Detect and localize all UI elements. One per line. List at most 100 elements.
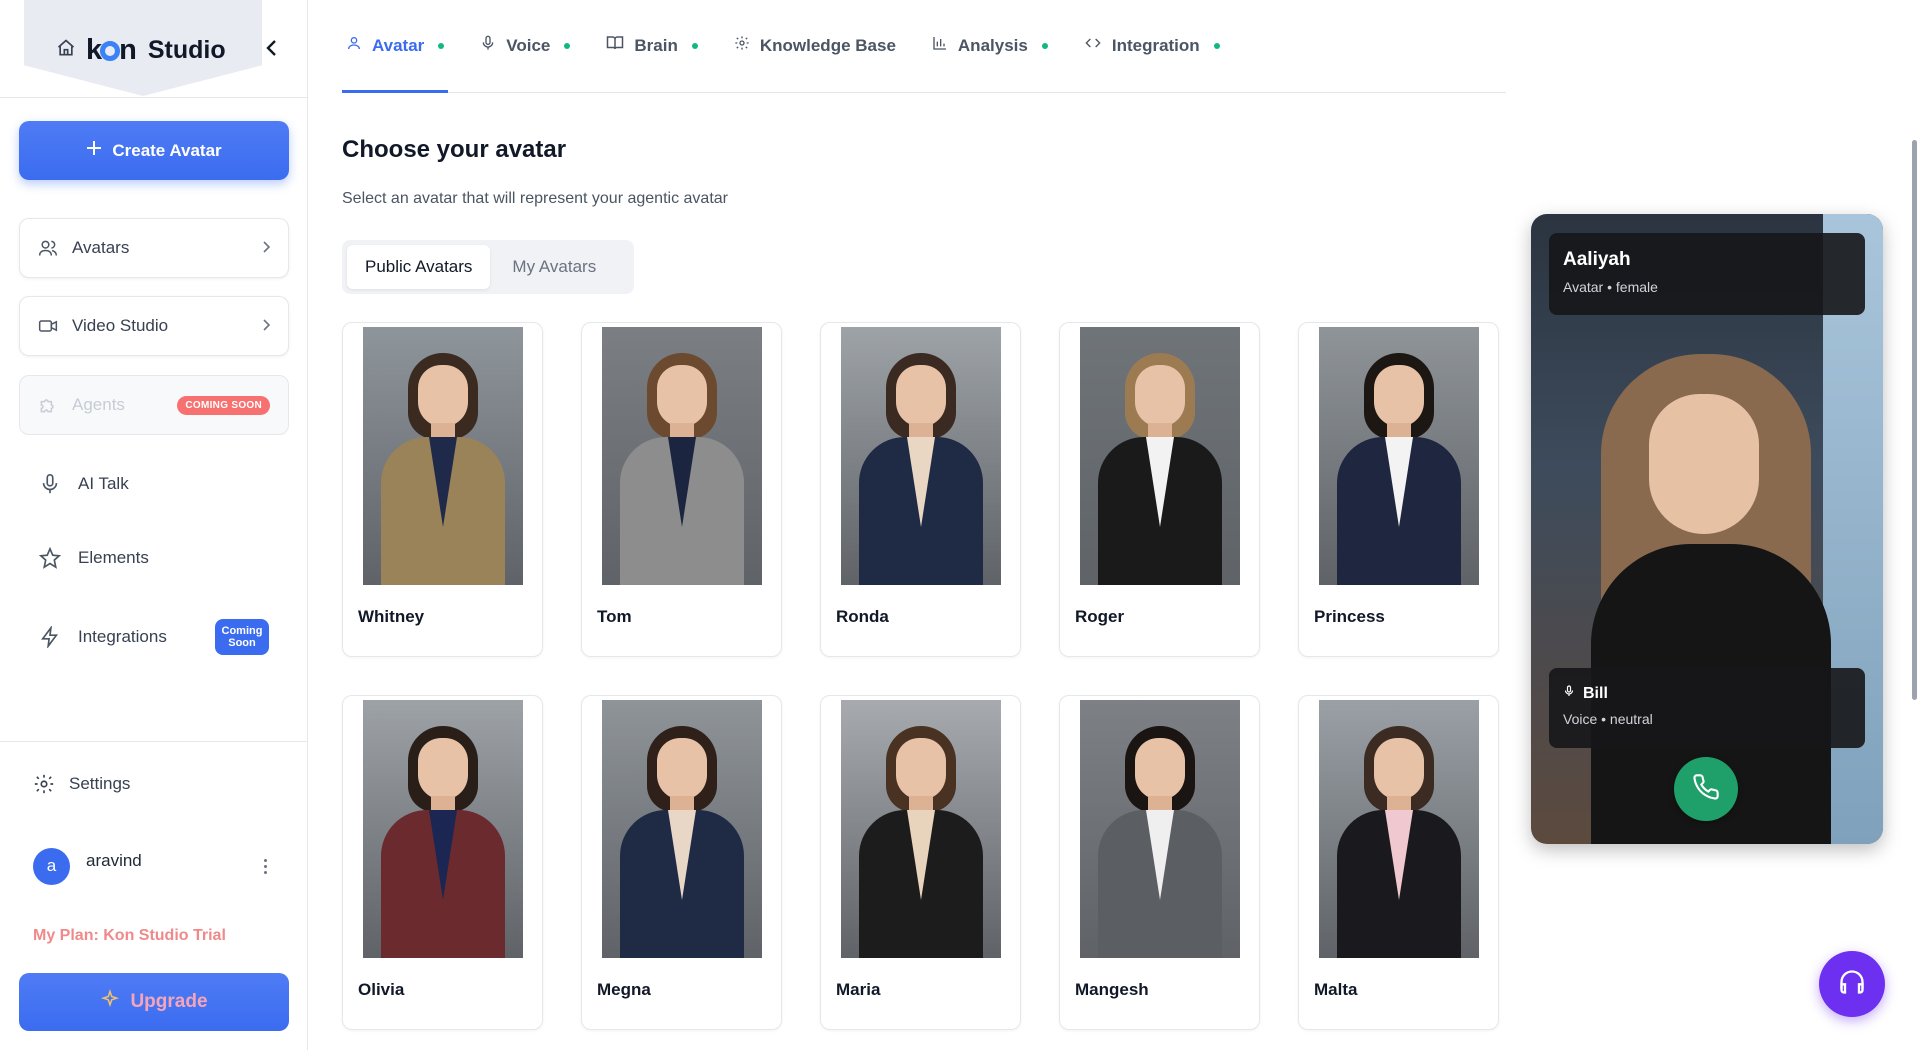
avatar-photo bbox=[1080, 327, 1240, 585]
my-avatars-tab[interactable]: My Avatars bbox=[494, 245, 614, 289]
avatar-photo bbox=[363, 700, 523, 958]
zap-icon bbox=[38, 625, 62, 649]
badge-line: Coming bbox=[221, 625, 263, 637]
avatar-card[interactable]: Maria bbox=[820, 695, 1021, 1030]
star-icon bbox=[38, 546, 62, 570]
sparkle-icon bbox=[100, 989, 120, 1015]
divider bbox=[0, 741, 308, 742]
avatar-grid: Whitney Tom Ronda Roger Princess Olivia … bbox=[342, 322, 1506, 1030]
brand-header: kn Studio bbox=[24, 0, 276, 96]
preview-voice-meta: Voice • neutral bbox=[1563, 711, 1653, 727]
tab-analysis[interactable]: Analysis bbox=[928, 0, 1052, 92]
avatar-name: Olivia bbox=[358, 980, 405, 999]
avatar-card[interactable]: Olivia bbox=[342, 695, 543, 1030]
preview-avatar-info: Aaliyah Avatar • female bbox=[1549, 233, 1865, 315]
code-icon bbox=[1084, 35, 1102, 56]
avatar-name: Ronda bbox=[836, 607, 889, 626]
chevron-right-icon bbox=[262, 316, 271, 336]
sidebar-item-integrations[interactable]: Integrations bbox=[38, 621, 167, 653]
avatar: a bbox=[33, 847, 70, 885]
sidebar-item-elements[interactable]: Elements bbox=[38, 542, 149, 574]
status-dot bbox=[438, 42, 445, 49]
tab-voice[interactable]: Voice bbox=[476, 0, 574, 92]
brand[interactable]: kn Studio bbox=[56, 34, 226, 67]
upgrade-button[interactable]: Upgrade bbox=[19, 973, 289, 1031]
plan-label: My Plan: Kon Studio Trial bbox=[33, 927, 226, 944]
create-avatar-button[interactable]: Create Avatar bbox=[19, 121, 289, 180]
create-avatar-label: Create Avatar bbox=[112, 140, 222, 160]
avatar-card[interactable]: Whitney bbox=[342, 322, 543, 657]
coming-soon-badge: COMING SOON bbox=[177, 395, 270, 415]
avatar-photo bbox=[841, 327, 1001, 585]
collapse-sidebar-button[interactable] bbox=[262, 38, 282, 62]
avatar-photo bbox=[602, 700, 762, 958]
avatar-card[interactable]: Roger bbox=[1059, 322, 1260, 657]
sidebar-item-label: Video Studio bbox=[72, 316, 169, 335]
avatar-photo bbox=[602, 327, 762, 585]
avatar-source-toggle: Public Avatars My Avatars bbox=[342, 240, 634, 294]
settings-link[interactable]: Settings bbox=[33, 773, 130, 795]
tab-label: Knowledge Base bbox=[759, 35, 896, 55]
users-icon bbox=[38, 238, 58, 258]
mic-icon bbox=[38, 472, 62, 496]
avatar-card[interactable]: Mangesh bbox=[1059, 695, 1260, 1030]
preview-avatar-name: Aaliyah bbox=[1563, 249, 1631, 270]
user-menu[interactable]: a aravind bbox=[33, 846, 273, 886]
plus-icon bbox=[86, 140, 102, 161]
tab-label: Brain bbox=[634, 35, 678, 55]
tab-bar: Avatar Voice Brain Knowledge Base Analys… bbox=[342, 0, 1506, 93]
bar-chart-icon bbox=[932, 35, 948, 56]
start-call-button[interactable] bbox=[1674, 757, 1738, 821]
preview-voice-name: Bill bbox=[1583, 684, 1608, 702]
status-dot bbox=[691, 42, 698, 49]
preview-avatar-meta: Avatar • female bbox=[1563, 279, 1658, 295]
sidebar-item-label: Integrations bbox=[78, 627, 167, 646]
video-icon bbox=[38, 316, 58, 336]
avatar-name: Whitney bbox=[358, 607, 425, 626]
sidebar: kn Studio Create Avatar Avatars Video St… bbox=[0, 0, 308, 1050]
sidebar-item-label: Avatars bbox=[72, 238, 130, 257]
avatar-name: Megna bbox=[597, 980, 651, 999]
sidebar-item-label: Elements bbox=[78, 548, 149, 567]
sidebar-item-ai-talk[interactable]: AI Talk bbox=[38, 468, 129, 500]
mic-icon bbox=[1563, 684, 1575, 703]
badge-line: Soon bbox=[228, 637, 256, 649]
headphones-icon bbox=[1838, 968, 1866, 1001]
sidebar-item-video-studio[interactable]: Video Studio bbox=[19, 296, 289, 356]
upgrade-label: Upgrade bbox=[130, 991, 208, 1012]
chevron-right-icon bbox=[262, 238, 271, 258]
tab-label: Voice bbox=[506, 35, 551, 55]
avatar-name: Roger bbox=[1075, 607, 1125, 626]
avatar-photo bbox=[1319, 700, 1479, 958]
avatar-name: Princess bbox=[1314, 607, 1385, 626]
more-vertical-icon[interactable] bbox=[258, 858, 273, 874]
avatar-card[interactable]: Princess bbox=[1298, 322, 1499, 657]
home-icon bbox=[56, 38, 76, 63]
tab-brain[interactable]: Brain bbox=[602, 0, 701, 92]
tab-integration[interactable]: Integration bbox=[1080, 0, 1224, 92]
puzzle-icon bbox=[38, 395, 58, 415]
user-icon bbox=[346, 35, 362, 56]
tab-avatar[interactable]: Avatar bbox=[342, 0, 449, 93]
avatar-card[interactable]: Tom bbox=[581, 322, 782, 657]
avatar-photo bbox=[363, 327, 523, 585]
status-dot bbox=[1041, 42, 1048, 49]
avatar-card[interactable]: Ronda bbox=[820, 322, 1021, 657]
avatar-photo bbox=[1080, 700, 1240, 958]
tab-label: Avatar bbox=[372, 35, 425, 55]
public-avatars-tab[interactable]: Public Avatars bbox=[347, 245, 491, 289]
avatar-name: Maria bbox=[836, 980, 881, 999]
preview-voice-name-row: Bill bbox=[1563, 684, 1851, 703]
tab-label: Analysis bbox=[957, 35, 1028, 55]
scrollbar[interactable] bbox=[1912, 140, 1917, 700]
avatar-card[interactable]: Megna bbox=[581, 695, 782, 1030]
tab-knowledge-base[interactable]: Knowledge Base bbox=[730, 0, 900, 92]
support-button[interactable] bbox=[1819, 951, 1885, 1017]
preview-image bbox=[1649, 394, 1759, 534]
avatar-photo bbox=[841, 700, 1001, 958]
book-icon bbox=[606, 35, 624, 56]
avatar-card[interactable]: Malta bbox=[1298, 695, 1499, 1030]
chevron-left-icon bbox=[265, 38, 279, 63]
avatar-name: Tom bbox=[597, 607, 632, 626]
sidebar-item-avatars[interactable]: Avatars bbox=[19, 218, 289, 278]
